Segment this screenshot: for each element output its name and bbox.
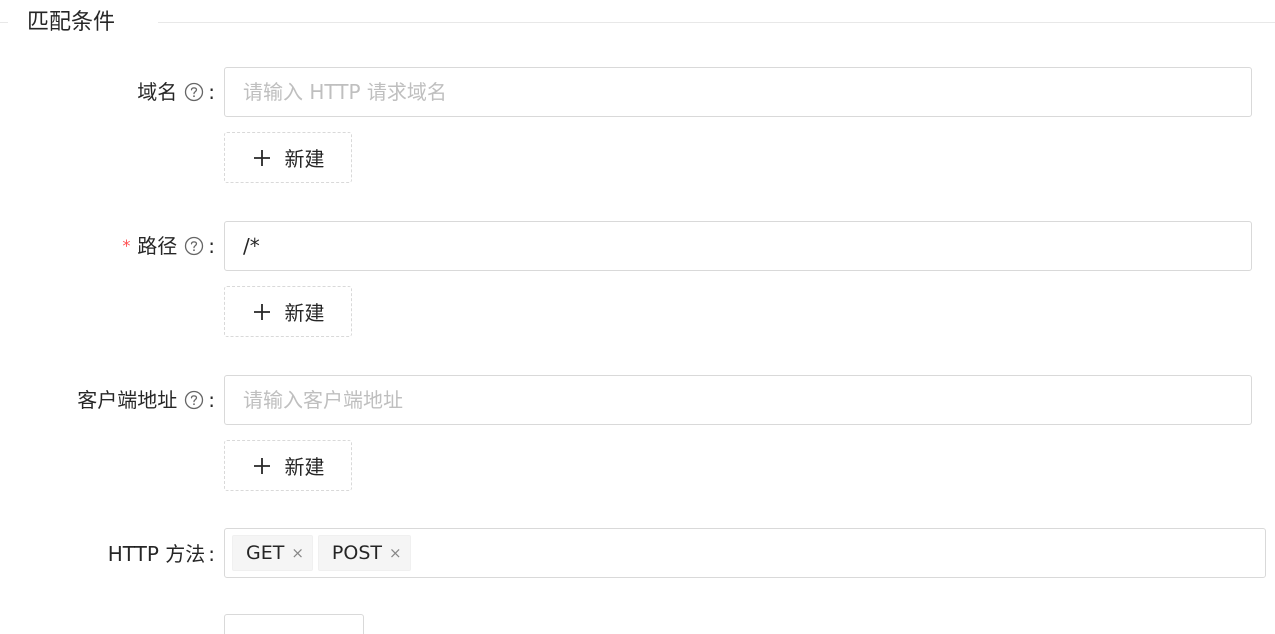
path-add-button-label: 新建 <box>284 301 325 325</box>
client-address-label-colon: : <box>208 388 215 412</box>
tag-get: GET × <box>232 535 313 571</box>
path-label-colon: : <box>208 234 215 258</box>
client-address-label-text: 客户端地址 <box>77 388 178 412</box>
http-method-label-colon: : <box>208 542 215 566</box>
path-label-text: 路径 <box>137 234 178 258</box>
section-title: 匹配条件 <box>27 10 116 35</box>
client-address-input[interactable] <box>224 375 1252 425</box>
tag-label: POST <box>331 542 383 564</box>
client-address-add-button[interactable]: 新建 <box>224 440 352 491</box>
path-label: * 路径 : <box>122 221 215 271</box>
client-address-label: 客户端地址 : <box>77 375 215 425</box>
section-divider <box>158 22 1275 23</box>
required-mark: * <box>121 236 132 255</box>
domain-add-button-label: 新建 <box>284 147 325 171</box>
domain-label: 域名 : <box>137 67 215 117</box>
section-header: 匹配条件 <box>0 0 1275 46</box>
path-add-button[interactable]: 新建 <box>224 286 352 337</box>
http-method-label-text: HTTP 方法 <box>107 542 206 566</box>
domain-input[interactable] <box>224 67 1252 117</box>
http-method-label: HTTP 方法 : <box>108 529 215 579</box>
plus-icon <box>252 148 272 168</box>
close-icon[interactable]: × <box>389 544 402 562</box>
question-circle-icon[interactable] <box>183 235 205 257</box>
domain-label-colon: : <box>208 80 215 104</box>
plus-icon <box>252 302 272 322</box>
close-icon[interactable]: × <box>291 544 304 562</box>
client-address-add-button-label: 新建 <box>284 455 325 479</box>
partial-next-control[interactable] <box>224 614 364 634</box>
plus-icon <box>252 456 272 476</box>
question-circle-icon[interactable] <box>183 81 205 103</box>
section-divider-left <box>0 22 8 23</box>
question-circle-icon[interactable] <box>183 389 205 411</box>
domain-label-text: 域名 <box>137 80 178 104</box>
domain-add-button[interactable]: 新建 <box>224 132 352 183</box>
tag-label: GET <box>246 542 285 564</box>
http-method-select[interactable]: GET × POST × <box>224 528 1266 578</box>
path-input[interactable] <box>224 221 1252 271</box>
tag-post: POST × <box>317 535 411 571</box>
